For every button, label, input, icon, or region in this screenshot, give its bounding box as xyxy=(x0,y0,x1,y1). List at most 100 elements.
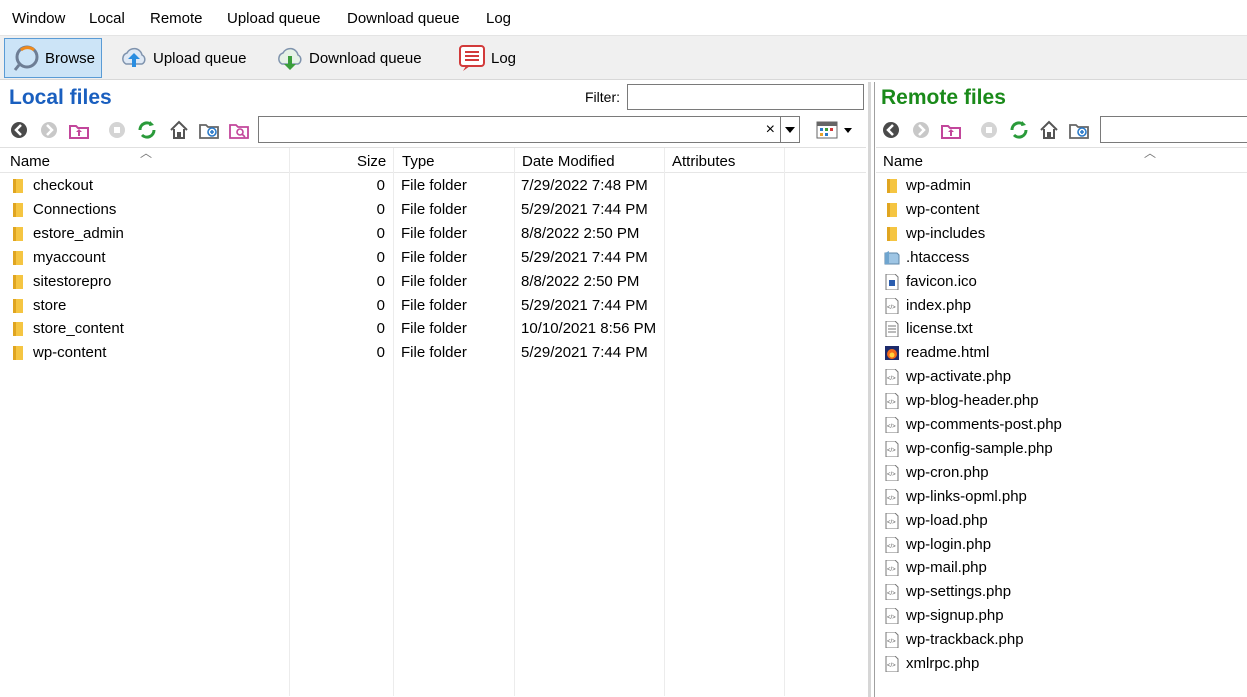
home-icon[interactable] xyxy=(168,119,190,141)
upload-queue-button[interactable]: Upload queue xyxy=(112,38,253,78)
folder-icon xyxy=(10,202,26,218)
remote-file-row[interactable]: </> wp-config-sample.php xyxy=(876,437,1247,461)
remote-file-row[interactable]: wp-includes xyxy=(876,222,1247,246)
remote-file-row[interactable]: wp-admin xyxy=(876,174,1247,198)
search-folder-icon[interactable] xyxy=(228,119,250,141)
remote-file-row[interactable]: readme.html xyxy=(876,341,1247,365)
forward-icon[interactable] xyxy=(38,119,60,141)
remote-file-row[interactable]: favicon.ico xyxy=(876,270,1247,294)
remote-new-folder-icon[interactable] xyxy=(1068,119,1090,141)
refresh-icon[interactable] xyxy=(136,119,158,141)
remote-file-row[interactable]: </> xmlrpc.php xyxy=(876,652,1247,676)
file-name: wp-content xyxy=(33,344,107,362)
view-mode-icon[interactable] xyxy=(816,118,862,142)
svg-text:</>: </> xyxy=(887,639,896,645)
column-date-modified[interactable]: Date Modified xyxy=(522,153,615,170)
local-path-input[interactable]: × xyxy=(258,116,800,143)
file-type: File folder xyxy=(401,344,467,362)
local-file-row[interactable]: myaccount 0 File folder 5/29/2021 7:44 PM xyxy=(0,246,866,270)
remote-path-input[interactable] xyxy=(1100,116,1247,143)
menu-bar: Window Local Remote Upload queue Downloa… xyxy=(0,0,1247,36)
svg-text:</>: </> xyxy=(887,567,896,573)
remote-file-row[interactable]: license.txt xyxy=(876,317,1247,341)
php-file-icon: </> xyxy=(884,559,900,577)
remote-file-row[interactable]: wp-content xyxy=(876,198,1247,222)
menu-upload-queue[interactable]: Upload queue xyxy=(227,10,320,27)
php-file-icon: </> xyxy=(884,583,900,601)
column-attributes[interactable]: Attributes xyxy=(672,153,735,170)
menu-remote[interactable]: Remote xyxy=(150,10,203,27)
folder-icon xyxy=(10,178,26,194)
remote-file-row[interactable]: </> wp-activate.php xyxy=(876,365,1247,389)
browse-button[interactable]: Browse xyxy=(4,38,103,78)
menu-download-queue[interactable]: Download queue xyxy=(347,10,460,27)
text-file-icon xyxy=(884,320,900,338)
local-file-row[interactable]: wp-content 0 File folder 5/29/2021 7:44 PM xyxy=(0,341,866,365)
remote-home-icon[interactable] xyxy=(1038,119,1060,141)
clear-path-icon[interactable]: × xyxy=(766,121,775,139)
remote-file-row[interactable]: </> wp-signup.php xyxy=(876,604,1247,628)
column-name[interactable]: Name xyxy=(10,153,50,170)
local-file-row[interactable]: sitestorepro 0 File folder 8/8/2022 2:50 PM xyxy=(0,270,866,294)
file-name: license.txt xyxy=(906,320,973,338)
file-size: 0 xyxy=(376,320,385,338)
back-icon[interactable] xyxy=(8,119,30,141)
remote-parent-folder-icon[interactable] xyxy=(940,119,962,141)
new-folder-icon[interactable] xyxy=(198,119,220,141)
sort-ascending-icon: ︿ xyxy=(140,146,153,160)
svg-text:</>: </> xyxy=(887,376,896,382)
local-file-row[interactable]: Connections 0 File folder 5/29/2021 7:44 PM xyxy=(0,198,866,222)
remote-refresh-icon[interactable] xyxy=(1008,119,1030,141)
remote-file-row[interactable]: </> wp-settings.php xyxy=(876,580,1247,604)
column-size[interactable]: Size xyxy=(357,153,386,170)
local-file-row[interactable]: store 0 File folder 5/29/2021 7:44 PM xyxy=(0,294,866,318)
file-name: wp-config-sample.php xyxy=(906,439,1053,457)
remote-file-row[interactable]: </> index.php xyxy=(876,294,1247,318)
remote-files-title: Remote files xyxy=(881,86,1006,109)
local-file-row[interactable]: checkout 0 File folder 7/29/2022 7:48 PM xyxy=(0,174,866,198)
remote-file-row[interactable]: </> wp-cron.php xyxy=(876,461,1247,485)
php-file-icon: </> xyxy=(884,368,900,386)
menu-local[interactable]: Local xyxy=(89,10,125,27)
parent-folder-icon[interactable] xyxy=(68,119,90,141)
file-date: 7/29/2022 7:48 PM xyxy=(521,177,648,194)
log-button[interactable]: Log xyxy=(450,38,523,78)
remote-file-row[interactable]: </> wp-blog-header.php xyxy=(876,389,1247,413)
remote-forward-icon[interactable] xyxy=(910,119,932,141)
remote-file-row[interactable]: </> wp-load.php xyxy=(876,509,1247,533)
local-file-row[interactable]: estore_admin 0 File folder 8/8/2022 2:50 PM xyxy=(0,222,866,246)
remote-file-row[interactable]: </> wp-trackback.php xyxy=(876,628,1247,652)
path-dropdown-icon[interactable] xyxy=(780,117,799,142)
folder-icon xyxy=(884,178,900,194)
htaccess-file-icon xyxy=(884,250,900,266)
file-size: 0 xyxy=(376,177,385,194)
menu-window[interactable]: Window xyxy=(12,10,65,27)
filter-input[interactable] xyxy=(627,84,864,110)
file-name: wp-settings.php xyxy=(906,583,1012,601)
remote-column-name[interactable]: Name xyxy=(883,153,923,170)
remote-file-row[interactable]: </> wp-login.php xyxy=(876,533,1247,557)
panel-splitter[interactable] xyxy=(868,82,871,697)
remote-file-row[interactable]: </> wp-links-opml.php xyxy=(876,485,1247,509)
remote-file-row[interactable]: </> wp-comments-post.php xyxy=(876,413,1247,437)
remote-file-row[interactable]: </> wp-mail.php xyxy=(876,556,1247,580)
file-name: wp-includes xyxy=(906,224,986,242)
menu-log[interactable]: Log xyxy=(486,10,511,27)
remote-stop-icon[interactable] xyxy=(978,119,1000,141)
local-file-row[interactable]: store_content 0 File folder 10/10/2021 8:56… xyxy=(0,317,866,341)
file-name: store_content xyxy=(33,320,124,338)
main-toolbar: Browse Upload queue Download queue Log xyxy=(0,36,1247,80)
remote-panel-border xyxy=(874,82,875,697)
file-date: 5/29/2021 7:44 PM xyxy=(521,248,648,266)
file-name: checkout xyxy=(33,177,94,194)
stop-icon[interactable] xyxy=(106,119,128,141)
folder-icon xyxy=(10,298,26,314)
download-queue-button[interactable]: Download queue xyxy=(268,38,429,78)
column-type[interactable]: Type xyxy=(402,153,435,170)
folder-icon xyxy=(884,226,900,242)
folder-icon xyxy=(10,321,26,337)
svg-text:</>: </> xyxy=(887,663,896,669)
file-type: File folder xyxy=(401,272,467,290)
remote-file-row[interactable]: .htaccess xyxy=(876,246,1247,270)
remote-back-icon[interactable] xyxy=(880,119,902,141)
